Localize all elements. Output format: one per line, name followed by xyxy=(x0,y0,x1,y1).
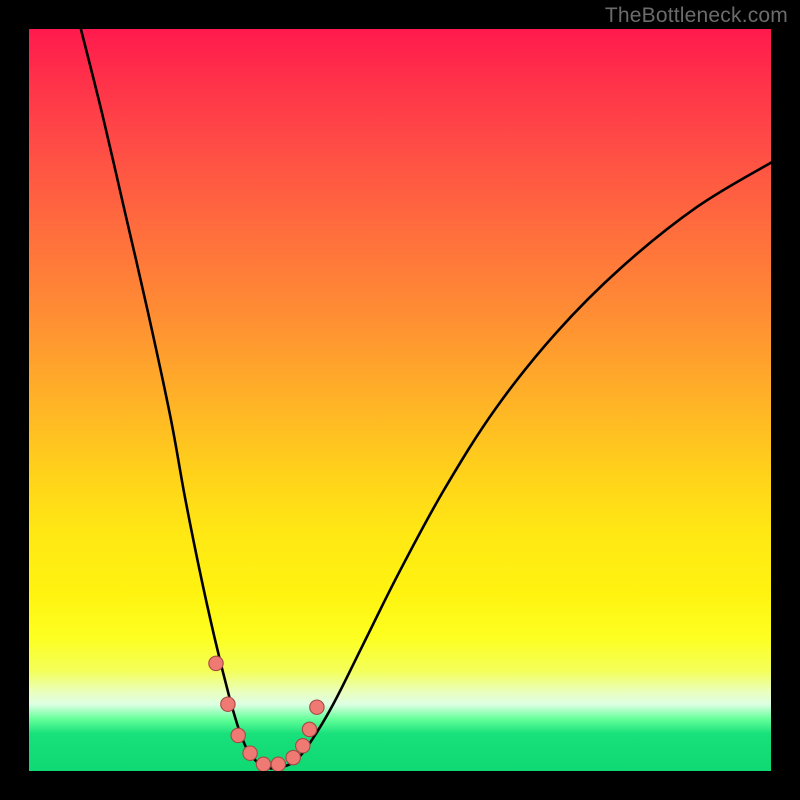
highlight-dot xyxy=(286,750,300,764)
chart-svg xyxy=(29,29,771,771)
highlight-dot xyxy=(310,700,324,714)
highlight-dot xyxy=(271,757,285,771)
highlight-dot xyxy=(243,746,257,760)
highlight-dot xyxy=(302,722,316,736)
highlight-dot xyxy=(296,739,310,753)
highlight-dot xyxy=(209,656,223,670)
watermark-text: TheBottleneck.com xyxy=(605,4,788,28)
highlight-dots xyxy=(209,656,324,771)
chart-frame: TheBottleneck.com xyxy=(0,0,800,800)
bottleneck-curve xyxy=(81,29,771,769)
highlight-dot xyxy=(231,728,245,742)
highlight-dot xyxy=(256,757,270,771)
plot-area xyxy=(29,29,771,771)
highlight-dot xyxy=(221,697,235,711)
